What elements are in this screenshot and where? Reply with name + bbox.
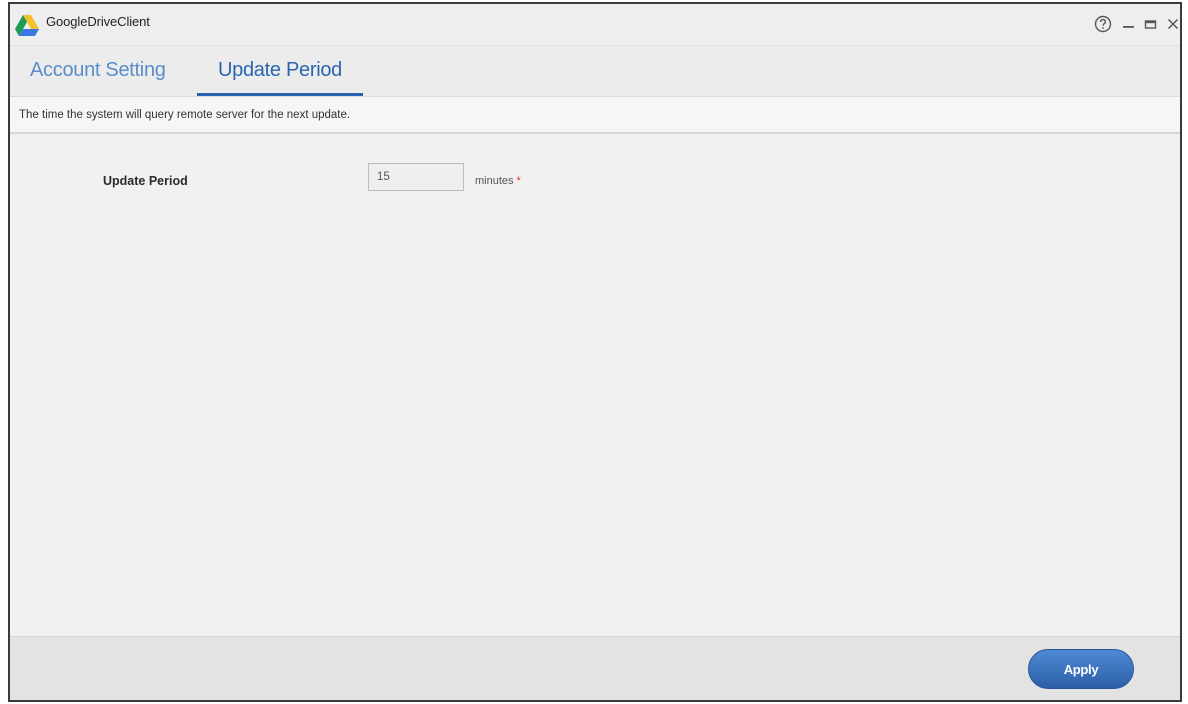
title-bar[interactable]: GoogleDriveClient (10, 4, 1180, 46)
unit-label: minutes * (475, 175, 521, 187)
app-window: GoogleDriveClient Account Setting Update… (8, 2, 1182, 702)
minimize-icon (1123, 26, 1134, 28)
help-circle-icon (1094, 15, 1112, 33)
apply-button[interactable]: Apply (1028, 649, 1134, 689)
description-bar: The time the system will query remote se… (10, 96, 1180, 134)
settings-panel: Update Period minutes* (10, 134, 1180, 636)
footer-bar: Apply (10, 636, 1180, 700)
update-period-label: Update Period (103, 174, 188, 188)
google-drive-logo-icon (15, 15, 39, 36)
minimize-button[interactable] (1118, 12, 1140, 36)
description-text: The time the system will query remote se… (19, 109, 351, 121)
tab-account-setting[interactable]: Account Setting (30, 46, 166, 96)
help-button[interactable] (1092, 12, 1114, 36)
tab-update-period-label: Update Period (218, 59, 342, 81)
update-period-input[interactable] (368, 163, 464, 191)
unit-text: minutes (475, 175, 514, 187)
close-icon (1167, 18, 1179, 30)
close-button[interactable] (1162, 12, 1184, 36)
maximize-icon (1144, 20, 1157, 29)
required-marker: * (516, 175, 521, 187)
maximize-button[interactable] (1140, 12, 1162, 36)
window-title: GoogleDriveClient (46, 14, 150, 29)
tab-update-period[interactable]: Update Period (197, 46, 363, 96)
tab-bar: Account Setting Update Period (10, 46, 1180, 96)
